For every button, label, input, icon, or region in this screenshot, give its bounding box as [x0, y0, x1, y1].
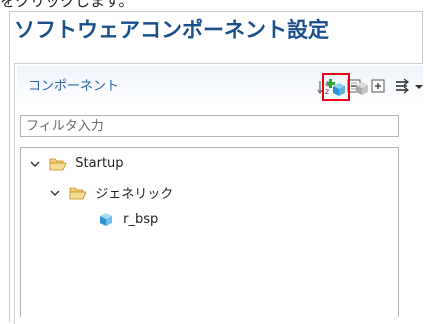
add-component-button[interactable]: [322, 73, 350, 101]
add-component-icon: [326, 78, 347, 102]
page-title: ソフトウェアコンポーネント設定: [14, 18, 329, 42]
instruction-text-fragment: をクリックします。: [0, 0, 134, 10]
tree-item-label: ジェネリック: [95, 187, 174, 202]
folder-open-icon: [49, 156, 71, 171]
component-cube-icon: [97, 212, 119, 227]
tab-components-label: コンポーネント: [28, 79, 120, 94]
tree-item-r-bsp[interactable]: r_bsp: [97, 210, 158, 230]
remove-component-icon: [354, 81, 370, 100]
component-tree: Startup ジェネリック r_bsp: [20, 147, 399, 317]
folder-open-icon: [69, 185, 91, 200]
filter-input[interactable]: [20, 115, 399, 137]
chevron-down-icon[interactable]: [30, 156, 44, 171]
tree-item-startup[interactable]: Startup: [30, 156, 124, 176]
expand-all-icon[interactable]: [370, 78, 387, 95]
tree-item-label: Startup: [75, 156, 124, 171]
view-menu-dropdown-icon[interactable]: [414, 78, 424, 95]
tree-item-label: r_bsp: [123, 211, 159, 227]
filter-arrows-icon[interactable]: [394, 78, 411, 95]
remove-component-button[interactable]: [354, 80, 370, 96]
tree-item-generic[interactable]: ジェネリック: [50, 183, 173, 203]
chevron-down-icon[interactable]: [50, 185, 64, 200]
